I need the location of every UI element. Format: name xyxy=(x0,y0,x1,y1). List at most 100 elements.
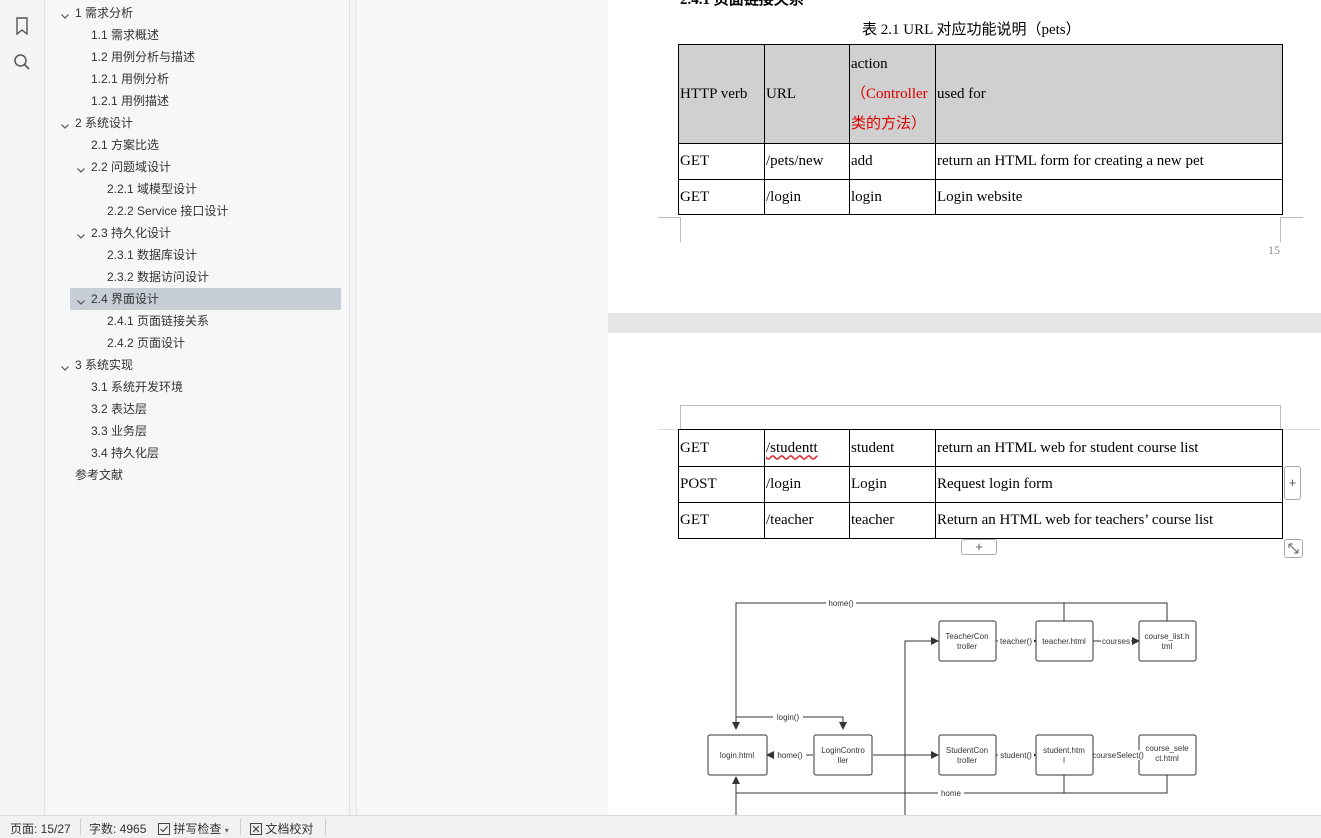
search-icon[interactable] xyxy=(10,50,34,74)
nav-item-label: 2.3 持久化设计 xyxy=(91,226,172,240)
nav-item-label: 1.2.1 用例描述 xyxy=(91,94,170,108)
cell-url: /login xyxy=(764,179,850,215)
cell-url: /login xyxy=(764,466,850,503)
edge-label: home() xyxy=(828,599,854,608)
proofread-label: 文档校对 xyxy=(265,822,314,836)
navigation-pane: 1 需求分析 1.1 需求概述 1.2 用例分析与描述 1.2.1 用例分析 1.2.1… xyxy=(45,0,350,815)
nav-item[interactable]: 3.4 持久化层 xyxy=(45,442,345,464)
cell-verb: GET xyxy=(678,502,765,539)
nav-item[interactable]: 2.4.1 页面链接关系 xyxy=(45,310,345,332)
edge-label: student() xyxy=(1000,751,1032,760)
header-http-verb: HTTP verb xyxy=(678,44,765,144)
proofread-button[interactable]: 文档校对 xyxy=(250,820,313,837)
nav-item[interactable]: 2.2 问题域设计 xyxy=(45,156,345,178)
cell-action: login xyxy=(849,179,936,215)
nav-item[interactable]: 2.1 方案比选 xyxy=(45,134,345,156)
cell-verb: GET xyxy=(678,179,765,215)
plus-icon: + xyxy=(975,539,983,554)
nav-item[interactable]: 2.4 界面设计 xyxy=(70,288,341,310)
cell-verb: POST xyxy=(678,466,765,503)
chevron-down-icon[interactable] xyxy=(75,227,87,239)
document-margin xyxy=(356,0,609,815)
nav-item-label: 2.4.2 页面设计 xyxy=(107,336,186,350)
nav-item[interactable]: 1.2.1 用例分析 xyxy=(45,68,345,90)
nav-item[interactable]: 1.2.1 用例描述 xyxy=(45,90,345,112)
nav-item[interactable]: 1.1 需求概述 xyxy=(45,24,345,46)
table-row: GET /studentt student return an HTML web… xyxy=(678,429,1283,467)
page-16: GET /studentt student return an HTML web… xyxy=(608,333,1321,815)
header-used-for: used for xyxy=(935,44,1283,144)
nav-item[interactable]: 1.2 用例分析与描述 xyxy=(45,46,345,68)
nav-item[interactable]: 3 系统实现 xyxy=(45,354,345,376)
node-teacher-controller xyxy=(938,620,997,662)
nav-item[interactable]: 2.3.2 数据访问设计 xyxy=(45,266,345,288)
divider xyxy=(325,819,326,835)
spell-check-button[interactable]: 拼写检查 ▾ xyxy=(158,820,229,837)
node-student-controller xyxy=(938,734,997,776)
cell-used-for: return an HTML form for creating a new p… xyxy=(935,143,1283,180)
nav-item[interactable]: 参考文献 xyxy=(45,464,345,486)
edge-label: login() xyxy=(777,713,800,722)
add-row-button[interactable]: + xyxy=(961,539,997,555)
section-heading: 2.4.1 页面链接关系 xyxy=(680,0,804,8)
misspelled-text[interactable]: /studentt xyxy=(766,440,818,456)
nav-item[interactable]: 3.2 表达层 xyxy=(45,398,345,420)
nav-item[interactable]: 1 需求分析 xyxy=(45,2,345,24)
edge-label: teacher() xyxy=(1000,637,1032,646)
crop-mark xyxy=(658,217,681,242)
chevron-down-icon: ▾ xyxy=(224,826,229,835)
cell-verb: GET xyxy=(678,143,765,180)
nav-item-label: 3.2 表达层 xyxy=(91,402,148,416)
chevron-down-icon[interactable] xyxy=(75,293,87,305)
nav-item[interactable]: 2.3 持久化设计 xyxy=(45,222,345,244)
nav-item[interactable]: 2.4.2 页面设计 xyxy=(45,332,345,354)
chevron-down-icon[interactable] xyxy=(59,7,71,19)
checkbox-icon xyxy=(158,823,170,835)
chevron-down-icon[interactable] xyxy=(75,161,87,173)
cell-used-for: return an HTML web for student course li… xyxy=(935,429,1283,467)
nav-item-label: 1.2 用例分析与描述 xyxy=(91,50,196,64)
bookmark-icon[interactable] xyxy=(10,14,34,38)
nav-item-label: 2.2.1 域模型设计 xyxy=(107,182,198,196)
cell-url: /studentt xyxy=(764,429,850,467)
table-row: GET /pets/new add return an HTML form fo… xyxy=(678,143,1283,180)
node-student-html xyxy=(1035,734,1094,776)
nav-item[interactable]: 2 系统设计 xyxy=(45,112,345,134)
page-15: 2.4.1 页面链接关系 表 2.1 URL 对应功能说明（pets） HTTP… xyxy=(608,0,1321,313)
table-row: GET /login login Login website xyxy=(678,179,1283,215)
chevron-down-icon[interactable] xyxy=(59,359,71,371)
word-count[interactable]: 字数: 4965 xyxy=(89,820,146,837)
nav-item-label: 3.3 业务层 xyxy=(91,424,148,438)
header-action: action （Controller类的方法） xyxy=(849,44,936,144)
edge-label: courses xyxy=(1102,637,1130,646)
cell-url: /teacher xyxy=(764,502,850,539)
cell-action: teacher xyxy=(849,502,936,539)
cell-action: Login xyxy=(849,466,936,503)
close-box-icon xyxy=(250,823,262,835)
url-table-part2: GET /studentt student return an HTML web… xyxy=(678,429,1283,539)
nav-item[interactable]: 2.3.1 数据库设计 xyxy=(45,244,345,266)
page-count[interactable]: 页面: 15/27 xyxy=(10,820,71,837)
add-column-button[interactable]: + xyxy=(1284,466,1301,500)
crop-mark xyxy=(1280,217,1303,242)
header-url: URL xyxy=(764,44,850,144)
nav-item[interactable]: 2.2.1 域模型设计 xyxy=(45,178,345,200)
table-row: GET /teacher teacher Return an HTML web … xyxy=(678,502,1283,539)
edge-label: courseSelect() xyxy=(1092,751,1144,760)
nav-item[interactable]: 3.1 系统开发环境 xyxy=(45,376,345,398)
left-icon-rail xyxy=(0,0,45,815)
document-area[interactable]: 2.4.1 页面链接关系 表 2.1 URL 对应功能说明（pets） HTTP… xyxy=(608,0,1321,815)
header-area-mark xyxy=(680,405,1281,430)
nav-item[interactable]: 2.2.2 Service 接口设计 xyxy=(45,200,345,222)
cell-used-for: Request login form xyxy=(935,466,1283,503)
nav-item-label: 3.1 系统开发环境 xyxy=(91,380,184,394)
nav-item-label: 2.4.1 页面链接关系 xyxy=(107,314,210,328)
cell-url: /pets/new xyxy=(764,143,850,180)
node-course-list xyxy=(1138,620,1197,662)
nav-item-label: 参考文献 xyxy=(75,468,124,482)
chevron-down-icon[interactable] xyxy=(59,117,71,129)
table-resize-handle[interactable] xyxy=(1284,539,1303,558)
edge-label: home xyxy=(941,789,962,798)
nav-item[interactable]: 3.3 业务层 xyxy=(45,420,345,442)
divider xyxy=(240,819,241,835)
